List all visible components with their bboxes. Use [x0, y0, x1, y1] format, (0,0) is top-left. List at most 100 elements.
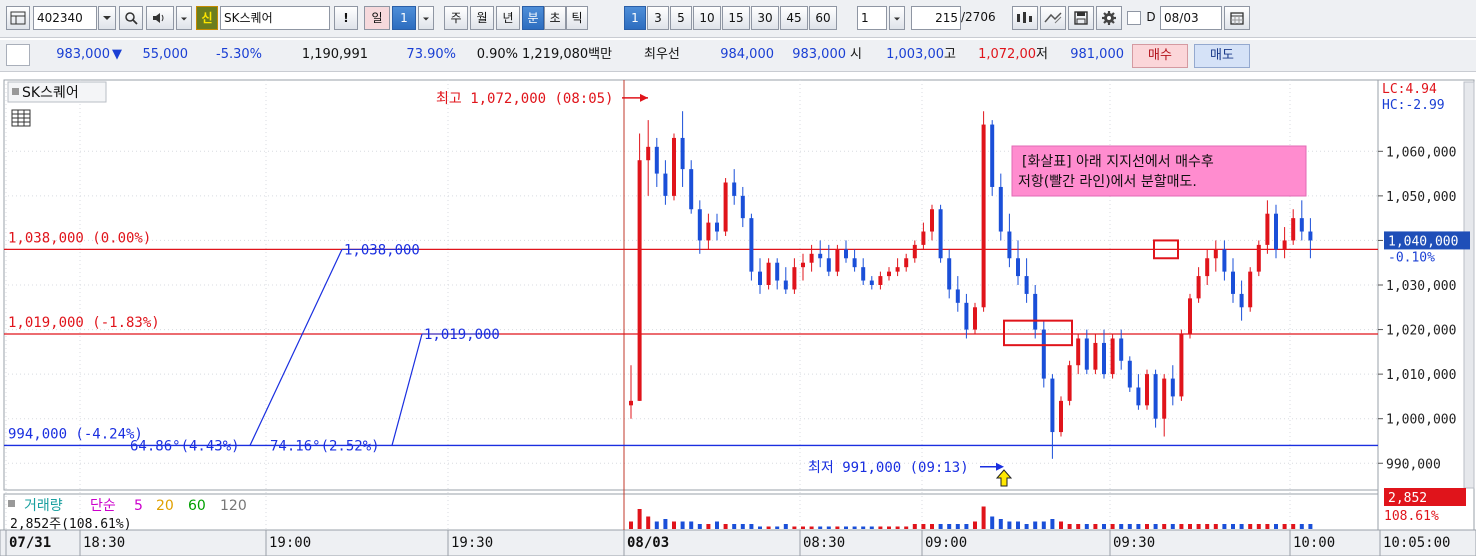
interval-button-1[interactable]: 1	[624, 6, 646, 30]
volume-bar	[809, 526, 814, 529]
chart-area[interactable]: 990,000 1,000,000 1,010,000 1,020,000 1,030,…	[0, 76, 1476, 556]
candle-body	[672, 137, 676, 196]
chevron-down-icon	[103, 16, 111, 20]
horizontal-line-label: 1,019,000 (-1.83%)	[8, 315, 160, 331]
stock-name-field[interactable]: SK스퀘어	[220, 6, 330, 30]
date-input[interactable]: 08/03	[1160, 6, 1222, 30]
candle-body	[783, 280, 788, 290]
volume-bar	[1024, 524, 1029, 529]
candle-body	[1222, 249, 1227, 272]
interval-button-15[interactable]: 15	[722, 6, 750, 30]
candle-body	[1213, 249, 1218, 259]
volume-bar	[706, 524, 711, 529]
y-tick-label: 1,020,000	[1386, 324, 1456, 339]
ma-period-label: 120	[220, 498, 247, 514]
volume-bar	[887, 526, 891, 529]
buy-button[interactable]: 매수	[1132, 44, 1188, 68]
tab-0[interactable]: 주	[444, 6, 468, 30]
crosshair-icon	[1044, 12, 1062, 24]
high-annotation: 최고 1,072,000 (08:05)	[436, 91, 613, 107]
volume-bar	[766, 526, 771, 529]
interval-value-dropdown[interactable]	[889, 6, 905, 30]
tab-4[interactable]: 초	[544, 6, 566, 30]
interval-button-60[interactable]: 60	[809, 6, 837, 30]
candle-body	[723, 182, 728, 232]
new-listing-badge: 신	[196, 6, 218, 30]
tab-3[interactable]: 분	[522, 6, 544, 30]
settings-button[interactable]	[1096, 6, 1122, 30]
best-ask: 984,000	[720, 47, 774, 62]
stock-code-input[interactable]: 402340	[33, 6, 97, 30]
candle-body	[1145, 374, 1149, 406]
candle-body	[921, 231, 926, 245]
crosshair-button[interactable]	[1040, 6, 1066, 30]
price-change-pct: -5.30%	[216, 47, 262, 62]
calendar-button[interactable]	[1224, 6, 1250, 30]
volume-bar	[1231, 524, 1235, 529]
candle-body	[1205, 258, 1210, 277]
candle-body	[1248, 271, 1253, 308]
interval-button-5[interactable]: 5	[670, 6, 692, 30]
sound-button[interactable]	[146, 6, 174, 30]
period-count-field[interactable]: 1	[392, 6, 416, 30]
candle-body	[869, 280, 874, 285]
interval-value-field[interactable]: 1	[857, 6, 887, 30]
candle-body	[1059, 400, 1063, 433]
hc-label: HC:-2.99	[1382, 98, 1445, 113]
candle-body	[775, 262, 780, 281]
candle-body	[1033, 293, 1038, 330]
candle-body	[1299, 218, 1304, 232]
volume-bar	[1265, 524, 1270, 529]
candle-body	[861, 267, 866, 281]
candle-body	[1162, 378, 1167, 419]
volume-bar	[1102, 524, 1106, 529]
search-button[interactable]	[119, 6, 143, 30]
volume-bar	[1119, 524, 1124, 529]
candle-body	[1179, 334, 1184, 397]
candle-body	[715, 222, 719, 232]
volume-bar	[646, 516, 651, 529]
period-count-dropdown[interactable]	[418, 6, 434, 30]
record-count-field[interactable]: 215	[911, 6, 961, 30]
volume-label: 거래량	[24, 498, 63, 514]
sell-button[interactable]: 매도	[1194, 44, 1250, 68]
candle-body	[844, 249, 848, 259]
price-chart[interactable]: 990,000 1,000,000 1,010,000 1,020,000 1,030,…	[0, 76, 1476, 556]
volume-bar	[852, 526, 857, 529]
chart-type-icon[interactable]	[6, 6, 30, 30]
current-price: 983,000	[56, 47, 110, 62]
candle-body	[801, 262, 805, 268]
bar-pattern-button[interactable]	[1012, 6, 1038, 30]
interval-button-45[interactable]: 45	[780, 6, 808, 30]
ma-period-label: 20	[156, 498, 174, 514]
tab-2[interactable]: 년	[496, 6, 520, 30]
candle-body	[758, 271, 762, 285]
interval-button-3[interactable]: 3	[647, 6, 669, 30]
period-day-button[interactable]: 일	[364, 6, 390, 30]
volume-bar	[1196, 524, 1201, 529]
alert-button[interactable]: !	[334, 6, 358, 30]
volume-bullet	[8, 500, 15, 507]
sound-dropdown[interactable]	[176, 6, 192, 30]
y-tick-label: 1,060,000	[1386, 145, 1456, 160]
interval-button-30[interactable]: 30	[751, 6, 779, 30]
stock-code-dropdown[interactable]	[98, 6, 116, 30]
chevron-down-icon	[181, 17, 187, 21]
candle-body	[1067, 365, 1072, 401]
date-checkbox[interactable]	[1127, 11, 1141, 25]
volume-bar	[1145, 524, 1149, 529]
volume-bar	[637, 509, 642, 529]
candle-body	[1188, 298, 1192, 335]
x-tick-label: 07/31	[9, 535, 51, 551]
x-tick-label: 10:00	[1293, 535, 1335, 551]
save-button[interactable]	[1068, 6, 1094, 30]
volume-bar	[1274, 524, 1278, 529]
volume-bar	[1041, 521, 1046, 529]
tab-5[interactable]: 틱	[566, 6, 588, 30]
volume-bar	[1059, 521, 1063, 529]
quote-menu-button[interactable]	[6, 44, 30, 66]
volume-bar	[1067, 524, 1072, 529]
candle-body	[912, 244, 917, 259]
tab-1[interactable]: 월	[470, 6, 494, 30]
interval-button-10[interactable]: 10	[693, 6, 721, 30]
